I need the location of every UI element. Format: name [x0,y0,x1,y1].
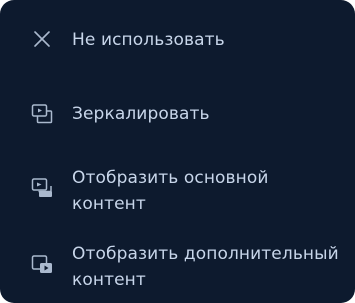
menu-item-mirror[interactable]: Зеркалировать [0,100,355,128]
menu-item-label: Отобразить основной контент [72,168,269,214]
menu-item-label: Отобразить дополнительный контент [72,244,339,290]
menu-item-show-main-content[interactable]: Отобразить основной контент [0,164,355,218]
mirror-screen-icon [30,102,54,126]
menu-item-label: Зеркалировать [72,104,210,124]
main-content-icon [30,176,54,200]
menu-item-do-not-use[interactable]: Не использовать [0,26,355,54]
extra-content-icon [30,253,54,277]
menu-item-label: Не использовать [72,30,225,50]
menu-item-show-extra-content[interactable]: Отобразить дополнительный контент [0,240,355,294]
close-icon [30,27,54,51]
display-mode-menu: Не использовать Зеркалировать Отобразить… [0,0,355,303]
